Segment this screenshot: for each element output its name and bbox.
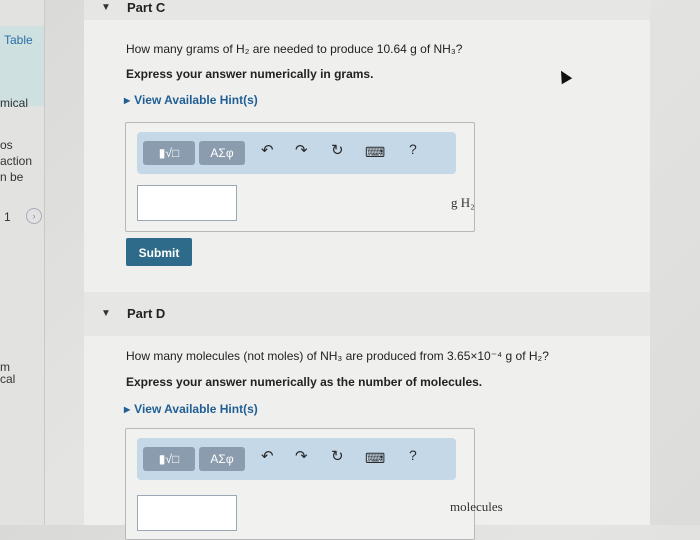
sidebar-action-text: action: [0, 154, 33, 168]
help-icon[interactable]: ?: [409, 447, 417, 463]
keyboard-icon[interactable]: ⌨: [365, 144, 385, 161]
part-c-unit-label: g H₂: [451, 195, 475, 210]
part-c-templates-button[interactable]: ▮√□: [143, 141, 195, 165]
part-c-title: Part C: [127, 0, 166, 15]
redo-icon[interactable]: ↷: [295, 141, 308, 159]
part-c-hint-label: View Available Hint(s): [134, 93, 258, 107]
sidebar-next-icon[interactable]: ›: [26, 208, 42, 224]
sidebar-cal-text: cal: [0, 372, 16, 386]
help-icon[interactable]: ?: [409, 141, 417, 157]
part-c-collapse-icon[interactable]: ▼: [101, 2, 111, 13]
part-c-question: How many grams of H₂ are needed to produ…: [126, 42, 463, 56]
part-c-hint-link[interactable]: ▶ View Available Hint(s): [124, 93, 258, 107]
part-d-hint-caret-icon: ▶: [124, 405, 131, 414]
part-d-answer-box: ▮√□ ΑΣφ ↶ ↷ ↻ ⌨ ? molecules: [125, 428, 503, 540]
part-d-unit-label: molecules: [450, 499, 503, 514]
undo-icon[interactable]: ↶: [261, 447, 274, 465]
part-d-templates-button[interactable]: ▮√□: [143, 447, 195, 471]
sidebar-chemical-text: mical: [0, 96, 29, 110]
redo-icon[interactable]: ↷: [295, 447, 308, 465]
part-d-collapse-icon[interactable]: ▼: [101, 308, 111, 319]
part-d-instruction: Express your answer numerically as the n…: [126, 375, 483, 389]
part-c-instruction: Express your answer numerically in grams…: [126, 67, 374, 81]
sidebar-page-number: 1: [4, 210, 11, 224]
undo-icon[interactable]: ↶: [261, 141, 274, 159]
part-d-hint-label: View Available Hint(s): [134, 402, 258, 416]
part-d-hint-link[interactable]: ▶ View Available Hint(s): [124, 402, 258, 416]
reset-icon[interactable]: ↻: [331, 141, 344, 159]
part-c-answer-box: ▮√□ ΑΣφ ↶ ↷ ↻ ⌨ ? g H₂: [125, 122, 475, 232]
part-d-answer-input[interactable]: [137, 495, 237, 531]
part-c-toolbar: ▮√□ ΑΣφ ↶ ↷ ↻ ⌨ ?: [137, 132, 456, 174]
part-c-hint-caret-icon: ▶: [124, 96, 131, 105]
part-d-toolbar: ▮√□ ΑΣφ ↶ ↷ ↻ ⌨ ?: [137, 438, 456, 480]
keyboard-icon[interactable]: ⌨: [365, 450, 385, 467]
part-c-answer-input[interactable]: [137, 185, 237, 221]
part-c-submit-button[interactable]: Submit: [126, 238, 192, 266]
sidebar-table-link[interactable]: Table: [4, 33, 33, 47]
part-c-header[interactable]: [84, 0, 650, 20]
part-c-greek-button[interactable]: ΑΣφ: [199, 141, 245, 165]
reset-icon[interactable]: ↻: [331, 447, 344, 465]
part-d-title: Part D: [127, 306, 166, 321]
sidebar-os-text: os: [0, 138, 13, 152]
sidebar-be-text: n be: [0, 170, 24, 184]
part-d-greek-button[interactable]: ΑΣφ: [199, 447, 245, 471]
part-d-question: How many molecules (not moles) of NH₃ ar…: [126, 349, 549, 363]
sidebar: Table mical os action n be 1 › m cal: [0, 0, 45, 525]
part-d-header[interactable]: [84, 292, 650, 336]
